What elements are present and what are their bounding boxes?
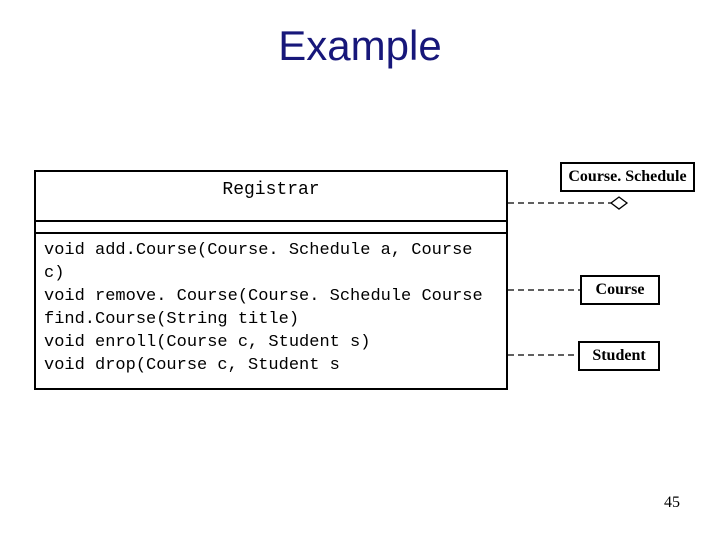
page-title: Example [0, 22, 720, 70]
uml-class-course: Course [580, 275, 660, 305]
uml-class-course-schedule: Course. Schedule [560, 162, 695, 192]
page-number: 45 [664, 494, 680, 512]
uml-class-name: Registrar [36, 172, 506, 222]
diagram-canvas: Example Registrar void add.Course(Course… [0, 0, 720, 540]
uml-class-registrar: Registrar void add.Course(Course. Schedu… [34, 170, 508, 390]
uml-operations: void add.Course(Course. Schedule a, Cour… [36, 234, 506, 388]
uml-attributes-empty [36, 222, 506, 234]
uml-class-student: Student [578, 341, 660, 371]
